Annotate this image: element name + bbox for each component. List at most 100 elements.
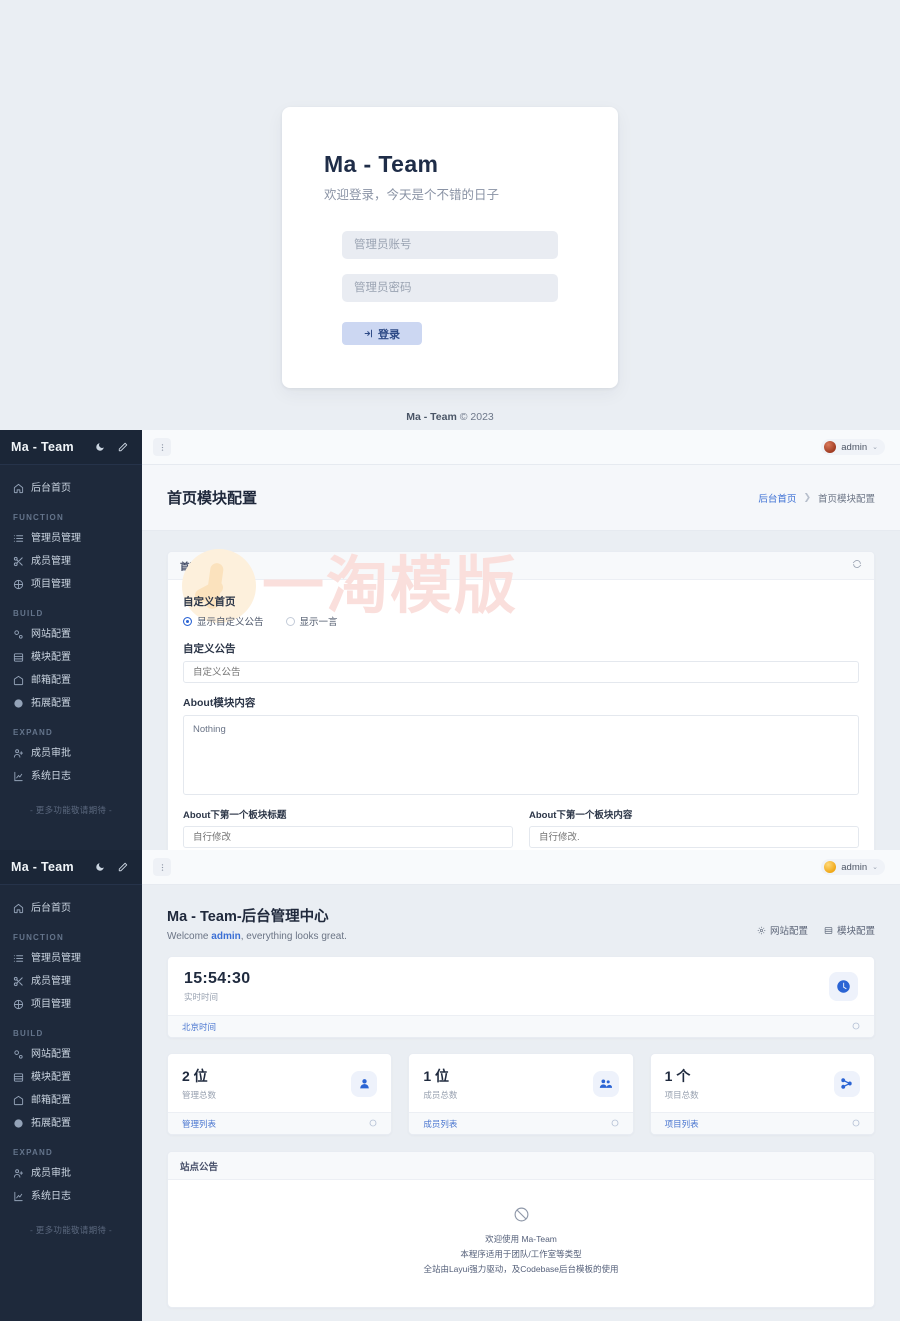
action-site-config[interactable]: 网站配置 — [757, 923, 808, 937]
circle-icon[interactable] — [369, 1119, 377, 1129]
user-menu-panel3[interactable]: admin ⌄ — [821, 859, 885, 875]
password-input[interactable] — [342, 274, 558, 303]
sidebar-group-label: BUILD — [13, 1029, 44, 1038]
radio-show-hitokoto[interactable]: 显示一言 — [285, 614, 338, 628]
user-menu-panel2[interactable]: admin ⌄ — [821, 439, 885, 455]
notice-input[interactable] — [183, 661, 859, 683]
action-label: 网站配置 — [769, 926, 808, 937]
login-card: Ma - Team 欢迎登录，今天是个不错的日子 登录 — [282, 107, 618, 388]
sidebar-item-system-log[interactable]: 系统日志 — [0, 1185, 142, 1208]
panel3-content: admin ⌄ Ma - Team-后台管理中心 Welcome admin, … — [142, 850, 900, 1321]
sidebar-item-expand-config[interactable]: 拓展配置 — [0, 1112, 142, 1135]
notice-body: 欢迎使用 Ma-Team 本程序适用于团队/工作室等类型 全站由Layui强力驱… — [168, 1180, 874, 1307]
custom-home-label: 自定义首页 — [183, 596, 236, 608]
login-title: Ma - Team — [324, 151, 439, 177]
account-input[interactable] — [342, 231, 558, 260]
sidebar-item-site-config[interactable]: 网站配置 — [0, 623, 142, 646]
home-icon — [13, 903, 24, 914]
user-plus-icon — [13, 1168, 24, 1179]
sidebar-item-member-manage[interactable]: 成员管理 — [0, 550, 142, 573]
list-icon — [13, 953, 24, 964]
share-icon — [833, 1070, 860, 1097]
sidebar-item-project-manage[interactable]: 项目管理 — [0, 993, 142, 1016]
sidebar-item-mail-config[interactable]: 邮箱配置 — [0, 1089, 142, 1112]
breadcrumb-root[interactable]: 后台首页 — [758, 491, 796, 505]
sidebar-item-system-log[interactable]: 系统日志 — [0, 765, 142, 788]
user-plus-icon — [13, 748, 24, 759]
radio-dot-icon — [285, 616, 295, 626]
mail-icon — [13, 675, 24, 686]
stat-main: 2 位 管理总数 — [168, 1054, 391, 1112]
sidebar-item-home[interactable]: 后台首页 — [0, 477, 142, 500]
stat-value: 1 位 — [423, 1068, 450, 1084]
notice-label: 自定义公告 — [183, 643, 236, 655]
notice-header: 站点公告 — [168, 1152, 874, 1180]
sidebar-item-member-manage[interactable]: 成员管理 — [0, 970, 142, 993]
circle-icon[interactable] — [611, 1119, 619, 1129]
sidebar-item-admin-manage[interactable]: 管理员管理 — [0, 527, 142, 550]
time-value: 15:54:30 — [184, 970, 251, 987]
dashboard-actions: 网站配置 模块配置 — [757, 905, 875, 937]
sidebar-item-member-approval[interactable]: 成员审批 — [0, 742, 142, 765]
sidebar-nav: 后台首页 FUNCTION 管理员管理 成员管理 项目管理 BUILD 网站配置… — [0, 465, 142, 826]
sidebar-item-admin-manage[interactable]: 管理员管理 — [0, 947, 142, 970]
sidebar-item-module-config[interactable]: 模块配置 — [0, 1066, 142, 1089]
scissors-icon — [13, 976, 24, 987]
moon-icon[interactable] — [91, 860, 108, 875]
pencil-icon[interactable] — [114, 440, 131, 455]
time-card: 15:54:30 实时时间 北京时间 — [167, 956, 875, 1038]
sidebar-item-label: 拓展配置 — [31, 1117, 71, 1129]
panel2-page-head: 首页模块配置 后台首页 ❯ 首页模块配置 — [142, 465, 900, 531]
sidebar-logo: Ma - Team — [11, 860, 74, 874]
stat-link[interactable]: 管理列表 — [182, 1118, 216, 1130]
more-vertical-icon[interactable] — [153, 858, 171, 876]
sidebar-item-expand-config[interactable]: 拓展配置 — [0, 692, 142, 715]
stat-link[interactable]: 项目列表 — [665, 1118, 699, 1130]
block1-body-input[interactable] — [529, 826, 859, 848]
sidebar-item-label: 模块配置 — [31, 1071, 71, 1083]
sidebar-item-label: 成员管理 — [31, 975, 71, 987]
about-textarea[interactable]: Nothing — [183, 715, 859, 795]
login-arrow-icon — [364, 329, 373, 338]
stat-label: 管理总数 — [182, 1090, 217, 1100]
stat-link[interactable]: 成员列表 — [423, 1118, 457, 1130]
login-subtitle: 欢迎登录，今天是个不错的日子 — [324, 188, 500, 203]
dashboard-header: Ma - Team-后台管理中心 Welcome admin, everythi… — [142, 885, 900, 956]
circle-icon[interactable] — [852, 1119, 860, 1129]
stat-main: 1 位 成员总数 — [409, 1054, 632, 1112]
notice-line: 欢迎使用 Ma-Team — [485, 1234, 557, 1244]
login-panel: Ma - Team 欢迎登录，今天是个不错的日子 登录 Ma - Team © … — [0, 0, 900, 430]
grid-icon — [824, 926, 833, 935]
more-vertical-icon[interactable] — [153, 438, 171, 456]
sidebar-item-home[interactable]: 后台首页 — [0, 897, 142, 920]
sidebar-item-member-approval[interactable]: 成员审批 — [0, 1162, 142, 1185]
stat-text: 1 个 项目总数 — [665, 1066, 699, 1101]
chevron-down-icon: ⌄ — [872, 864, 878, 871]
login-submit-button[interactable]: 登录 — [342, 322, 422, 346]
chart-icon — [13, 1191, 24, 1202]
sidebar-item-label: 拓展配置 — [31, 697, 71, 709]
time-card-main: 15:54:30 实时时间 — [168, 957, 874, 1015]
sidebar-item-label: 成员审批 — [31, 747, 71, 759]
sidebar-item-mail-config[interactable]: 邮箱配置 — [0, 669, 142, 692]
circle-icon[interactable] — [852, 1022, 860, 1032]
block1-title-input[interactable] — [183, 826, 513, 848]
welcome-post: , everything looks great. — [240, 931, 347, 942]
pencil-icon[interactable] — [114, 860, 131, 875]
dashboard-panel: Ma - Team 后台首页 FUNCTION 管理员管理 成员管理 项目管理 … — [0, 850, 900, 1321]
action-module-config[interactable]: 模块配置 — [824, 923, 875, 937]
sidebar-item-label: 网站配置 — [31, 628, 71, 640]
refresh-icon[interactable] — [852, 559, 862, 572]
time-card-link[interactable]: 北京时间 — [182, 1021, 216, 1033]
stat-footer: 项目列表 — [650, 1112, 874, 1134]
sidebar-item-module-config[interactable]: 模块配置 — [0, 646, 142, 669]
sidebar-item-label: 管理员管理 — [31, 532, 81, 544]
stat-main: 1 个 项目总数 — [651, 1054, 874, 1112]
welcome-user-link[interactable]: admin — [211, 931, 240, 942]
radio-show-custom-notice[interactable]: 显示自定义公告 — [183, 614, 264, 628]
sidebar-item-project-manage[interactable]: 项目管理 — [0, 573, 142, 596]
sidebar-item-site-config[interactable]: 网站配置 — [0, 1043, 142, 1066]
sidebar-header: Ma - Team — [0, 430, 142, 465]
moon-icon[interactable] — [91, 440, 108, 455]
scissors-icon — [13, 556, 24, 567]
